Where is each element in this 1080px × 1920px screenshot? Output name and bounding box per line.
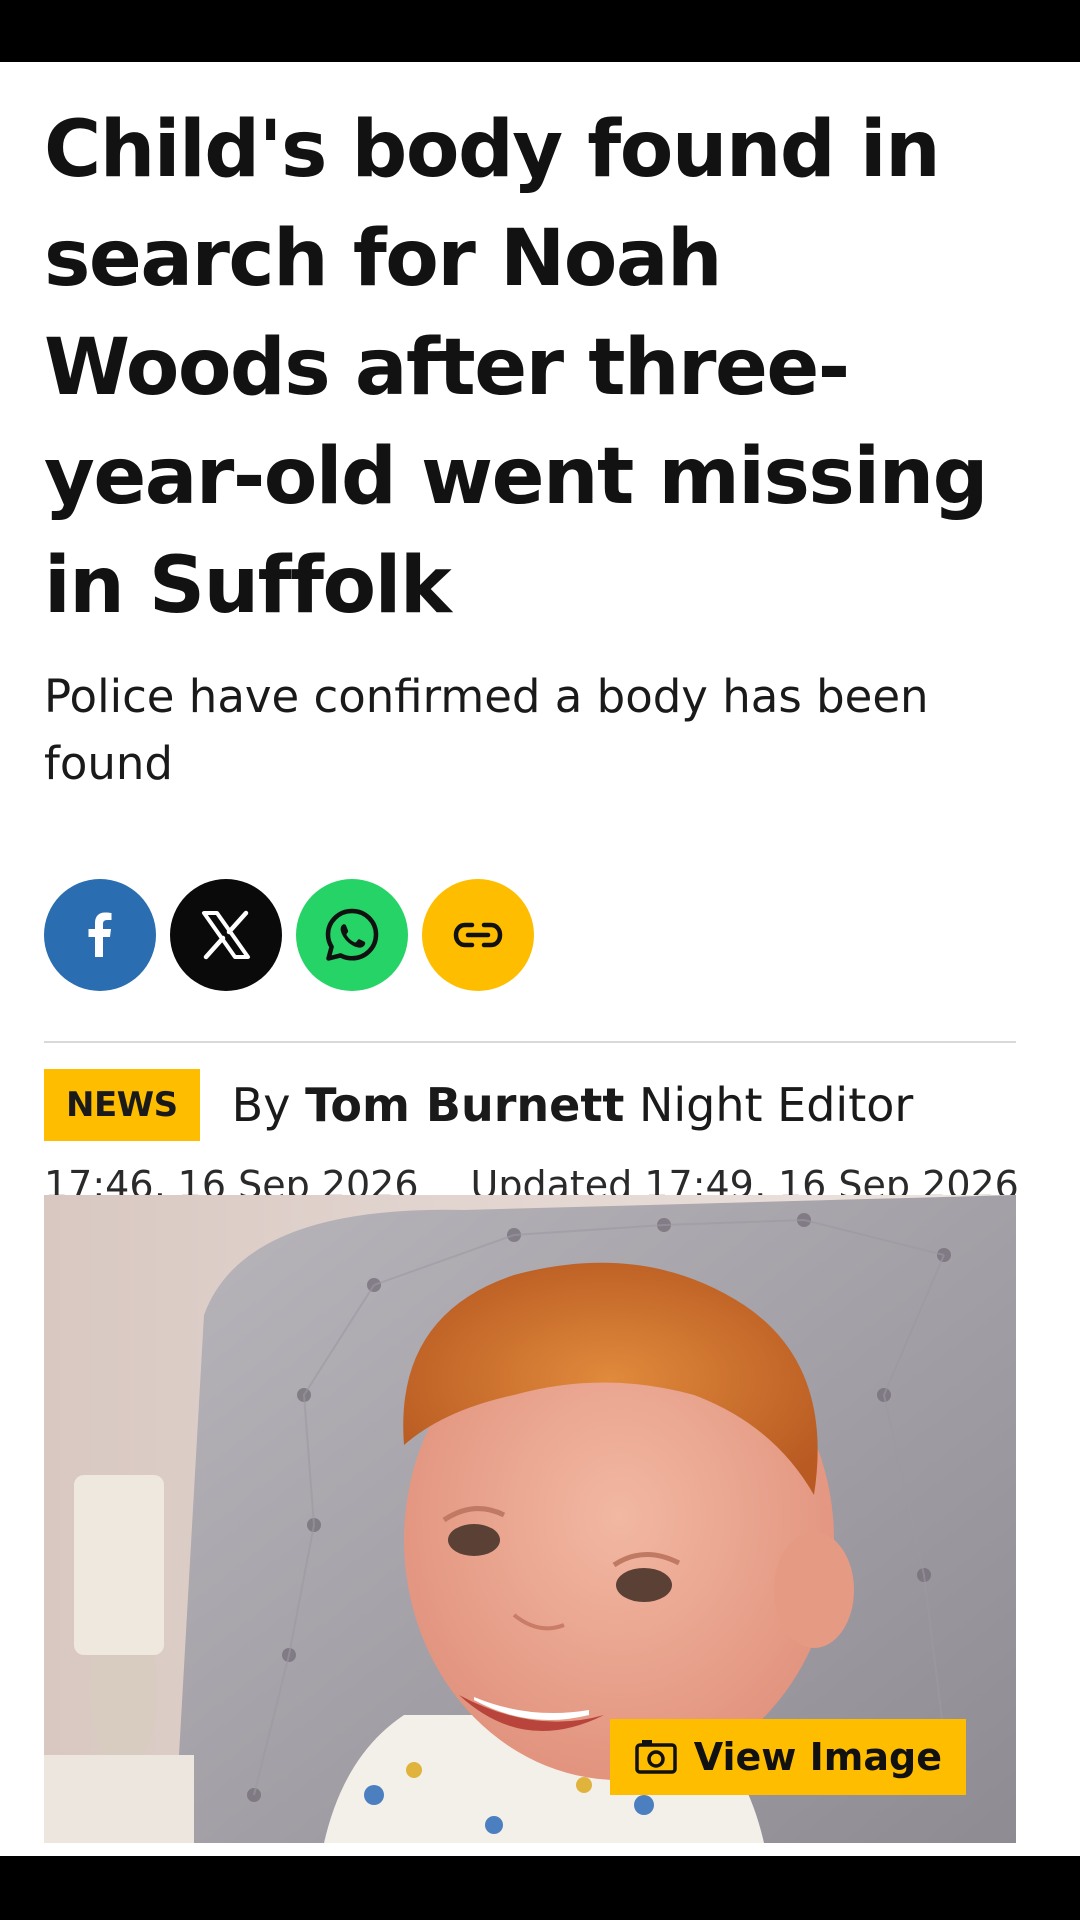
navigation-bar [0, 1856, 1080, 1920]
share-copy-link-button[interactable] [422, 879, 534, 991]
divider [44, 1041, 1016, 1043]
byline-row: NEWS By Tom Burnett Night Editor [44, 1069, 1016, 1141]
share-facebook-button[interactable] [44, 879, 156, 991]
share-whatsapp-button[interactable] [296, 879, 408, 991]
x-icon [202, 910, 250, 960]
article-headline: Child's body found in search for Noah Wo… [44, 105, 988, 631]
view-image-button[interactable]: View Image [609, 1719, 966, 1795]
author-role: Night Editor [638, 1078, 914, 1132]
article-header: Child's body found in search for Noah Wo… [44, 62, 1019, 1213]
camera-icon [635, 1740, 677, 1774]
byline: By Tom Burnett Night Editor [232, 1078, 914, 1132]
article-standfirst: Police have confirmed a body has been fo… [44, 670, 929, 790]
link-icon [453, 922, 503, 948]
share-x-button[interactable] [170, 879, 282, 991]
byline-prefix: By [231, 1078, 291, 1132]
author-name[interactable]: Tom Burnett [305, 1078, 624, 1132]
facebook-icon [88, 912, 112, 957]
view-image-label: View Image [693, 1735, 942, 1779]
status-bar [0, 0, 1080, 62]
hero-image[interactable]: View Image [44, 1195, 1016, 1843]
share-bar [44, 879, 1016, 991]
whatsapp-icon [325, 908, 379, 961]
category-badge[interactable]: NEWS [44, 1069, 200, 1141]
